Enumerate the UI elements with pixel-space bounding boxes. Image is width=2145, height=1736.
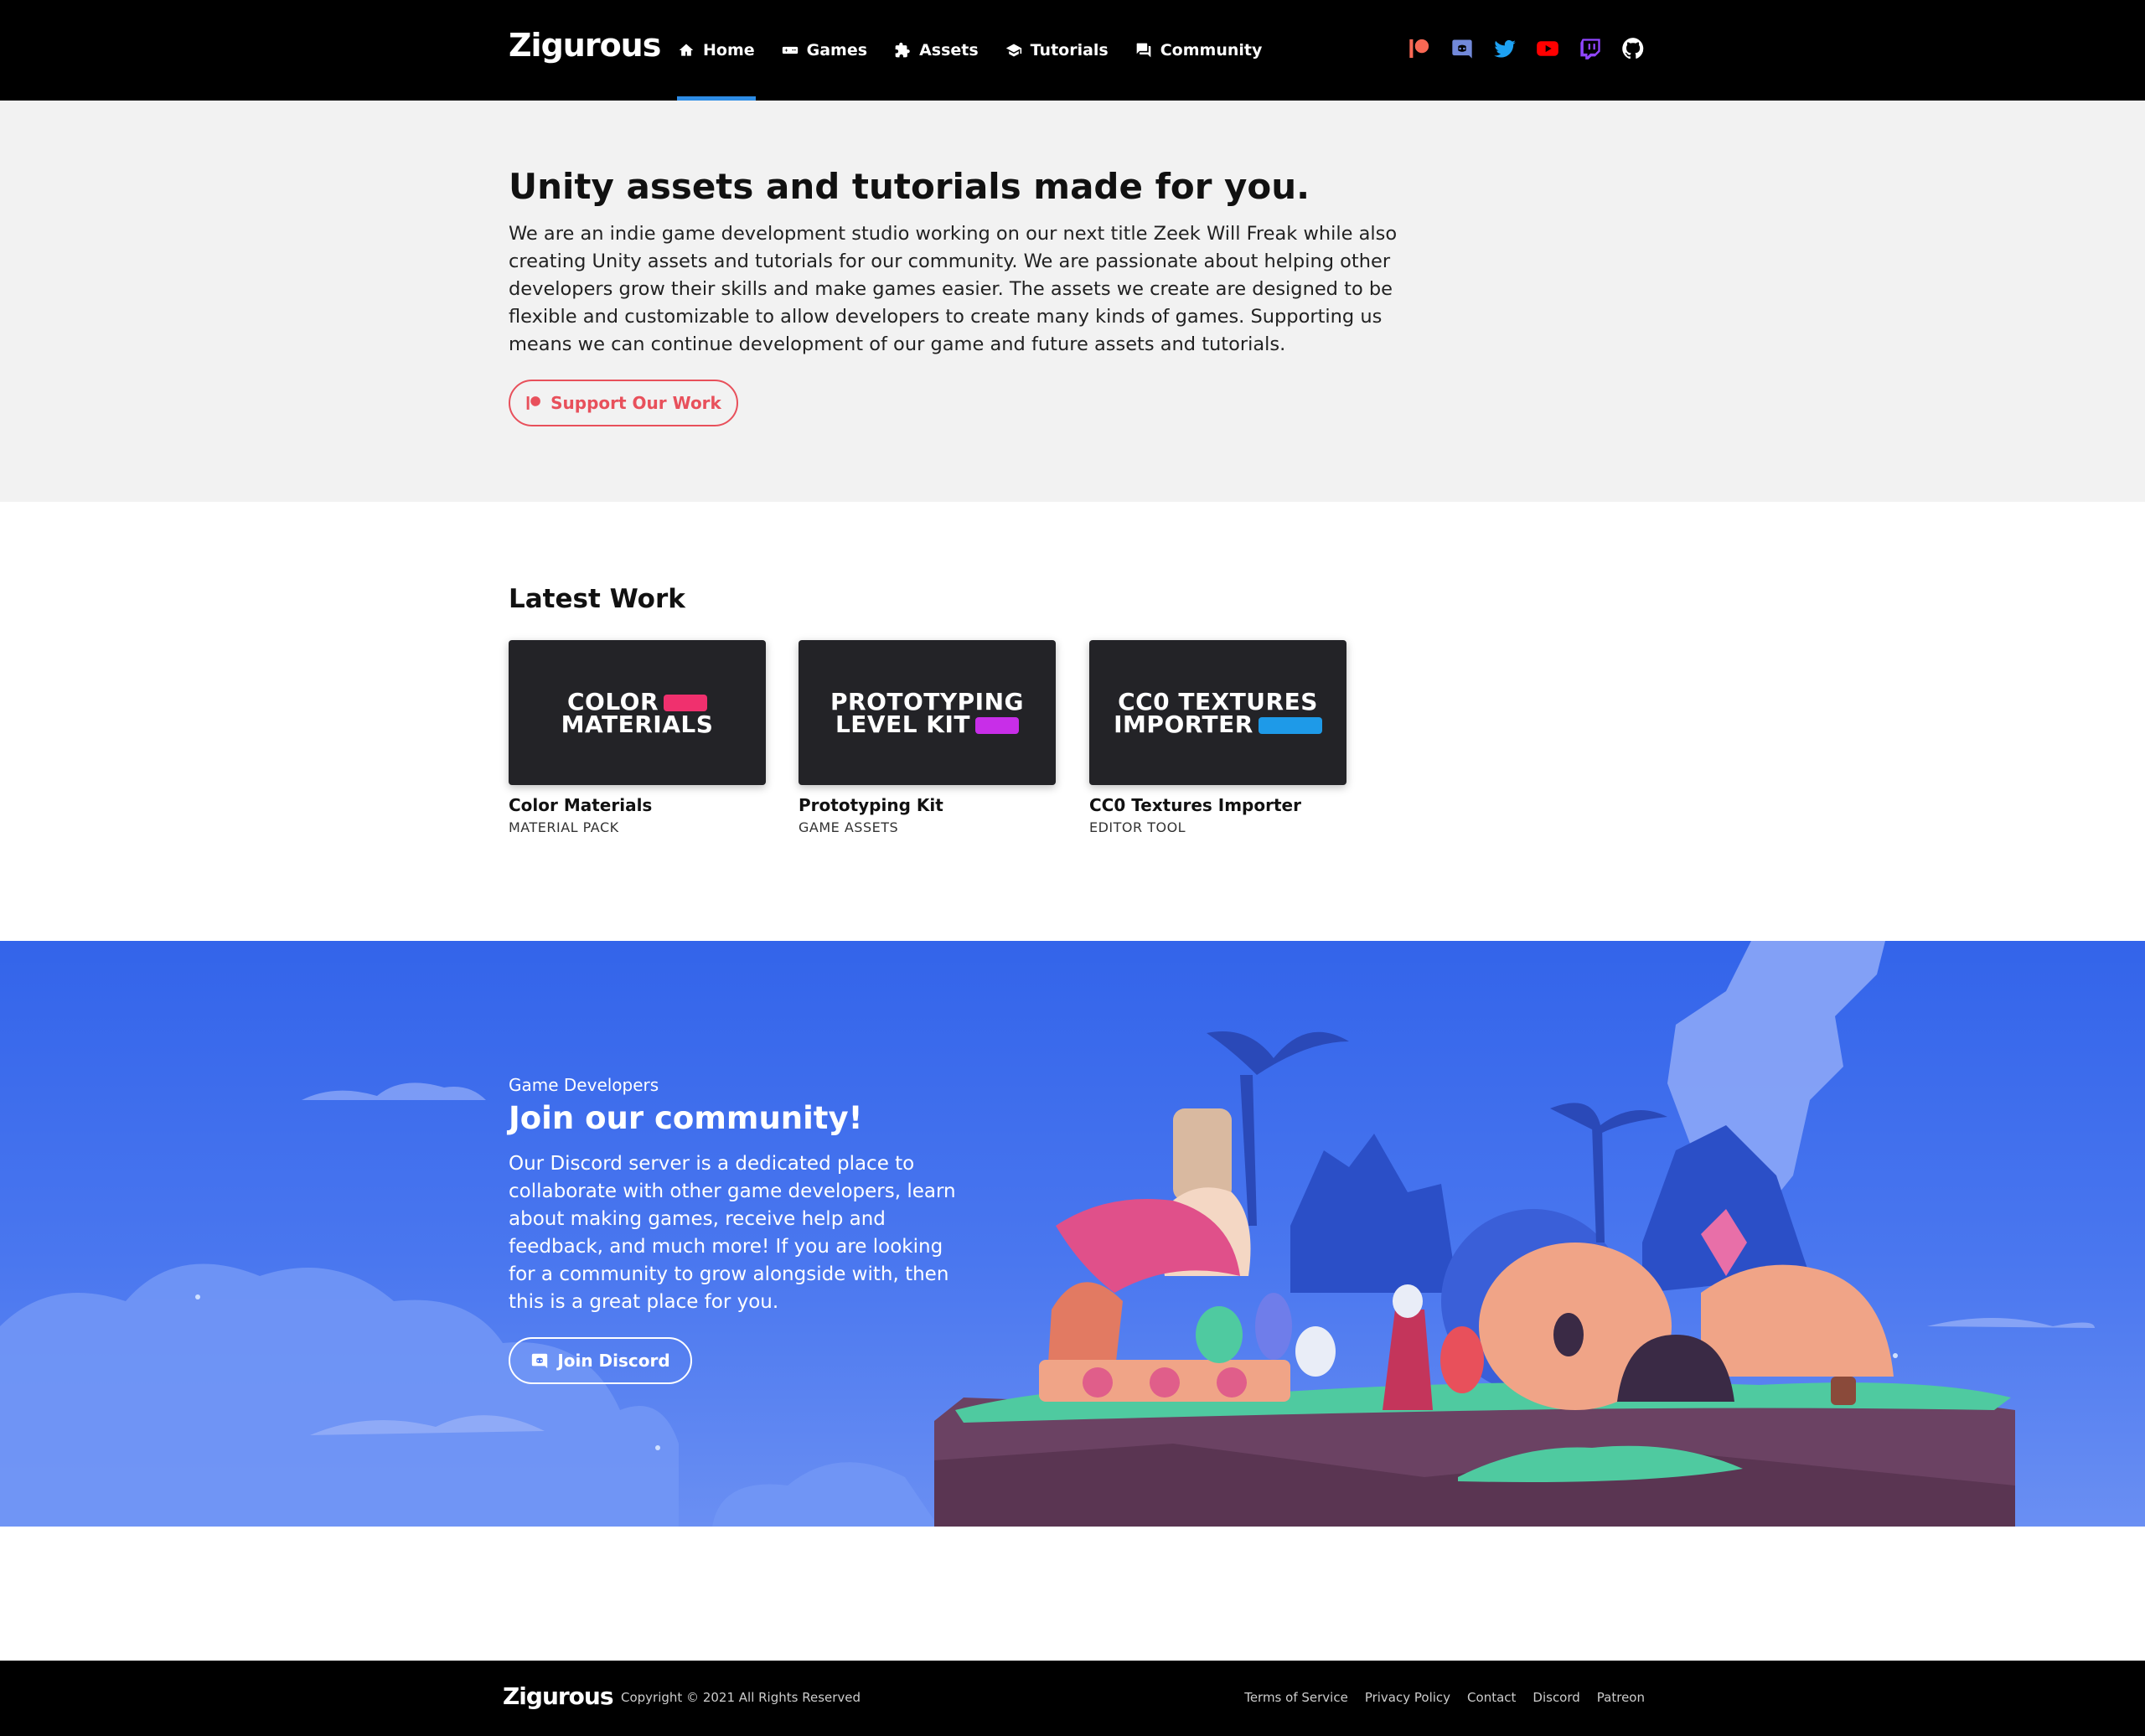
patreon-link[interactable] — [1408, 37, 1431, 60]
nav-item-games[interactable]: Games — [781, 0, 868, 101]
twitch-link[interactable] — [1579, 37, 1602, 60]
support-our-work-button[interactable]: Support Our Work — [509, 380, 738, 426]
work-card-name[interactable]: Prototyping Kit — [799, 795, 1056, 815]
nav-item-label: Games — [806, 41, 868, 59]
graduation-cap-icon — [1005, 44, 1021, 57]
brand-logo[interactable]: Zigurous — [509, 27, 661, 64]
hero-description: We are an indie game development studio … — [509, 223, 1398, 355]
footer-link-contact[interactable]: Contact — [1467, 1690, 1516, 1705]
work-card-prototyping-kit[interactable]: PROTOTYPING LEVEL KIT Prototyping Kit GA… — [799, 640, 1056, 835]
hero-title: Unity assets and tutorials made for you. — [509, 166, 1310, 207]
join-discord-button[interactable]: Join Discord — [509, 1337, 692, 1384]
work-card-type: MATERIAL PACK — [509, 819, 619, 835]
work-card-type: EDITOR TOOL — [1089, 819, 1186, 835]
site-footer: Zigurous Copyright © 2021 All Rights Res… — [0, 1661, 2145, 1736]
discord-link[interactable] — [1450, 37, 1474, 60]
thumb-title-line1: CC0 TEXTURES — [1118, 687, 1318, 716]
community-eyebrow: Game Developers — [509, 1075, 659, 1095]
nav-item-home[interactable]: Home — [677, 0, 756, 101]
patreon-icon — [526, 396, 541, 410]
community-section: Game Developers Join our community! Our … — [0, 941, 2145, 1527]
home-icon — [679, 44, 694, 56]
footer-link-discord[interactable]: Discord — [1533, 1690, 1579, 1705]
footer-link-patreon[interactable]: Patreon — [1597, 1690, 1645, 1705]
nav-item-assets[interactable]: Assets — [893, 0, 979, 101]
footer-link-terms[interactable]: Terms of Service — [1244, 1690, 1348, 1705]
footer-brand-logo[interactable]: Zigurous — [503, 1682, 614, 1710]
top-navbar: Zigurous Home Games Assets Tutorials Com… — [0, 0, 2145, 101]
palette-chip-icon — [664, 694, 708, 711]
footer-link-privacy[interactable]: Privacy Policy — [1365, 1690, 1450, 1705]
thumb-title-line1: PROTOTYPING — [830, 687, 1025, 716]
thumb-title-line2: IMPORTER — [1114, 710, 1253, 738]
thumb-title-line2: MATERIALS — [561, 710, 714, 738]
nav-item-label: Community — [1160, 41, 1263, 59]
nav-item-label: Home — [703, 41, 755, 59]
twitter-link[interactable] — [1493, 37, 1517, 60]
gamepad-icon — [782, 46, 798, 54]
support-button-label: Support Our Work — [550, 393, 721, 413]
community-title: Join our community! — [509, 1100, 863, 1136]
footer-links: Terms of Service Privacy Policy Contact … — [1244, 1690, 1645, 1705]
latest-work-title: Latest Work — [509, 584, 685, 614]
chat-icon — [1136, 43, 1151, 58]
nav-item-label: Assets — [919, 41, 979, 59]
work-card-thumbnail[interactable]: CC0 TEXTURES IMPORTER — [1089, 640, 1346, 785]
hero-section: Unity assets and tutorials made for you.… — [0, 101, 2145, 502]
work-card-name[interactable]: Color Materials — [509, 795, 766, 815]
nav-item-label: Tutorials — [1030, 41, 1109, 59]
community-illustration — [0, 941, 2095, 1527]
main-menu: Home Games Assets Tutorials Community — [677, 0, 1288, 101]
work-card-name[interactable]: CC0 Textures Importer — [1089, 795, 1346, 815]
youtube-icon — [1537, 41, 1558, 56]
swap-chip-icon — [1258, 716, 1322, 734]
github-icon — [1622, 38, 1644, 59]
nav-item-tutorials[interactable]: Tutorials — [1005, 0, 1109, 101]
patreon-icon — [1409, 39, 1429, 59]
twitter-icon — [1494, 39, 1516, 58]
social-links — [1408, 37, 1645, 60]
community-description: Our Discord server is a dedicated place … — [509, 1153, 956, 1313]
github-link[interactable] — [1621, 37, 1645, 60]
puzzle-icon — [895, 42, 910, 58]
work-card-color-materials[interactable]: COLOR MATERIALS Color Materials MATERIAL… — [509, 640, 766, 835]
join-discord-label: Join Discord — [557, 1351, 670, 1371]
thumb-title-line2: LEVEL KIT — [835, 710, 971, 738]
twitch-icon — [1580, 39, 1600, 59]
nav-item-community[interactable]: Community — [1135, 0, 1264, 101]
work-card-cc0-textures-importer[interactable]: CC0 TEXTURES IMPORTER CC0 Textures Impor… — [1089, 640, 1346, 835]
grid-chip-icon — [975, 716, 1020, 734]
work-card-thumbnail[interactable]: COLOR MATERIALS — [509, 640, 766, 785]
discord-icon — [1452, 39, 1472, 59]
discord-icon — [532, 1353, 548, 1369]
work-card-type: GAME ASSETS — [799, 819, 899, 835]
copyright-text: Copyright © 2021 All Rights Reserved — [621, 1690, 861, 1705]
work-card-thumbnail[interactable]: PROTOTYPING LEVEL KIT — [799, 640, 1056, 785]
youtube-link[interactable] — [1536, 37, 1559, 60]
